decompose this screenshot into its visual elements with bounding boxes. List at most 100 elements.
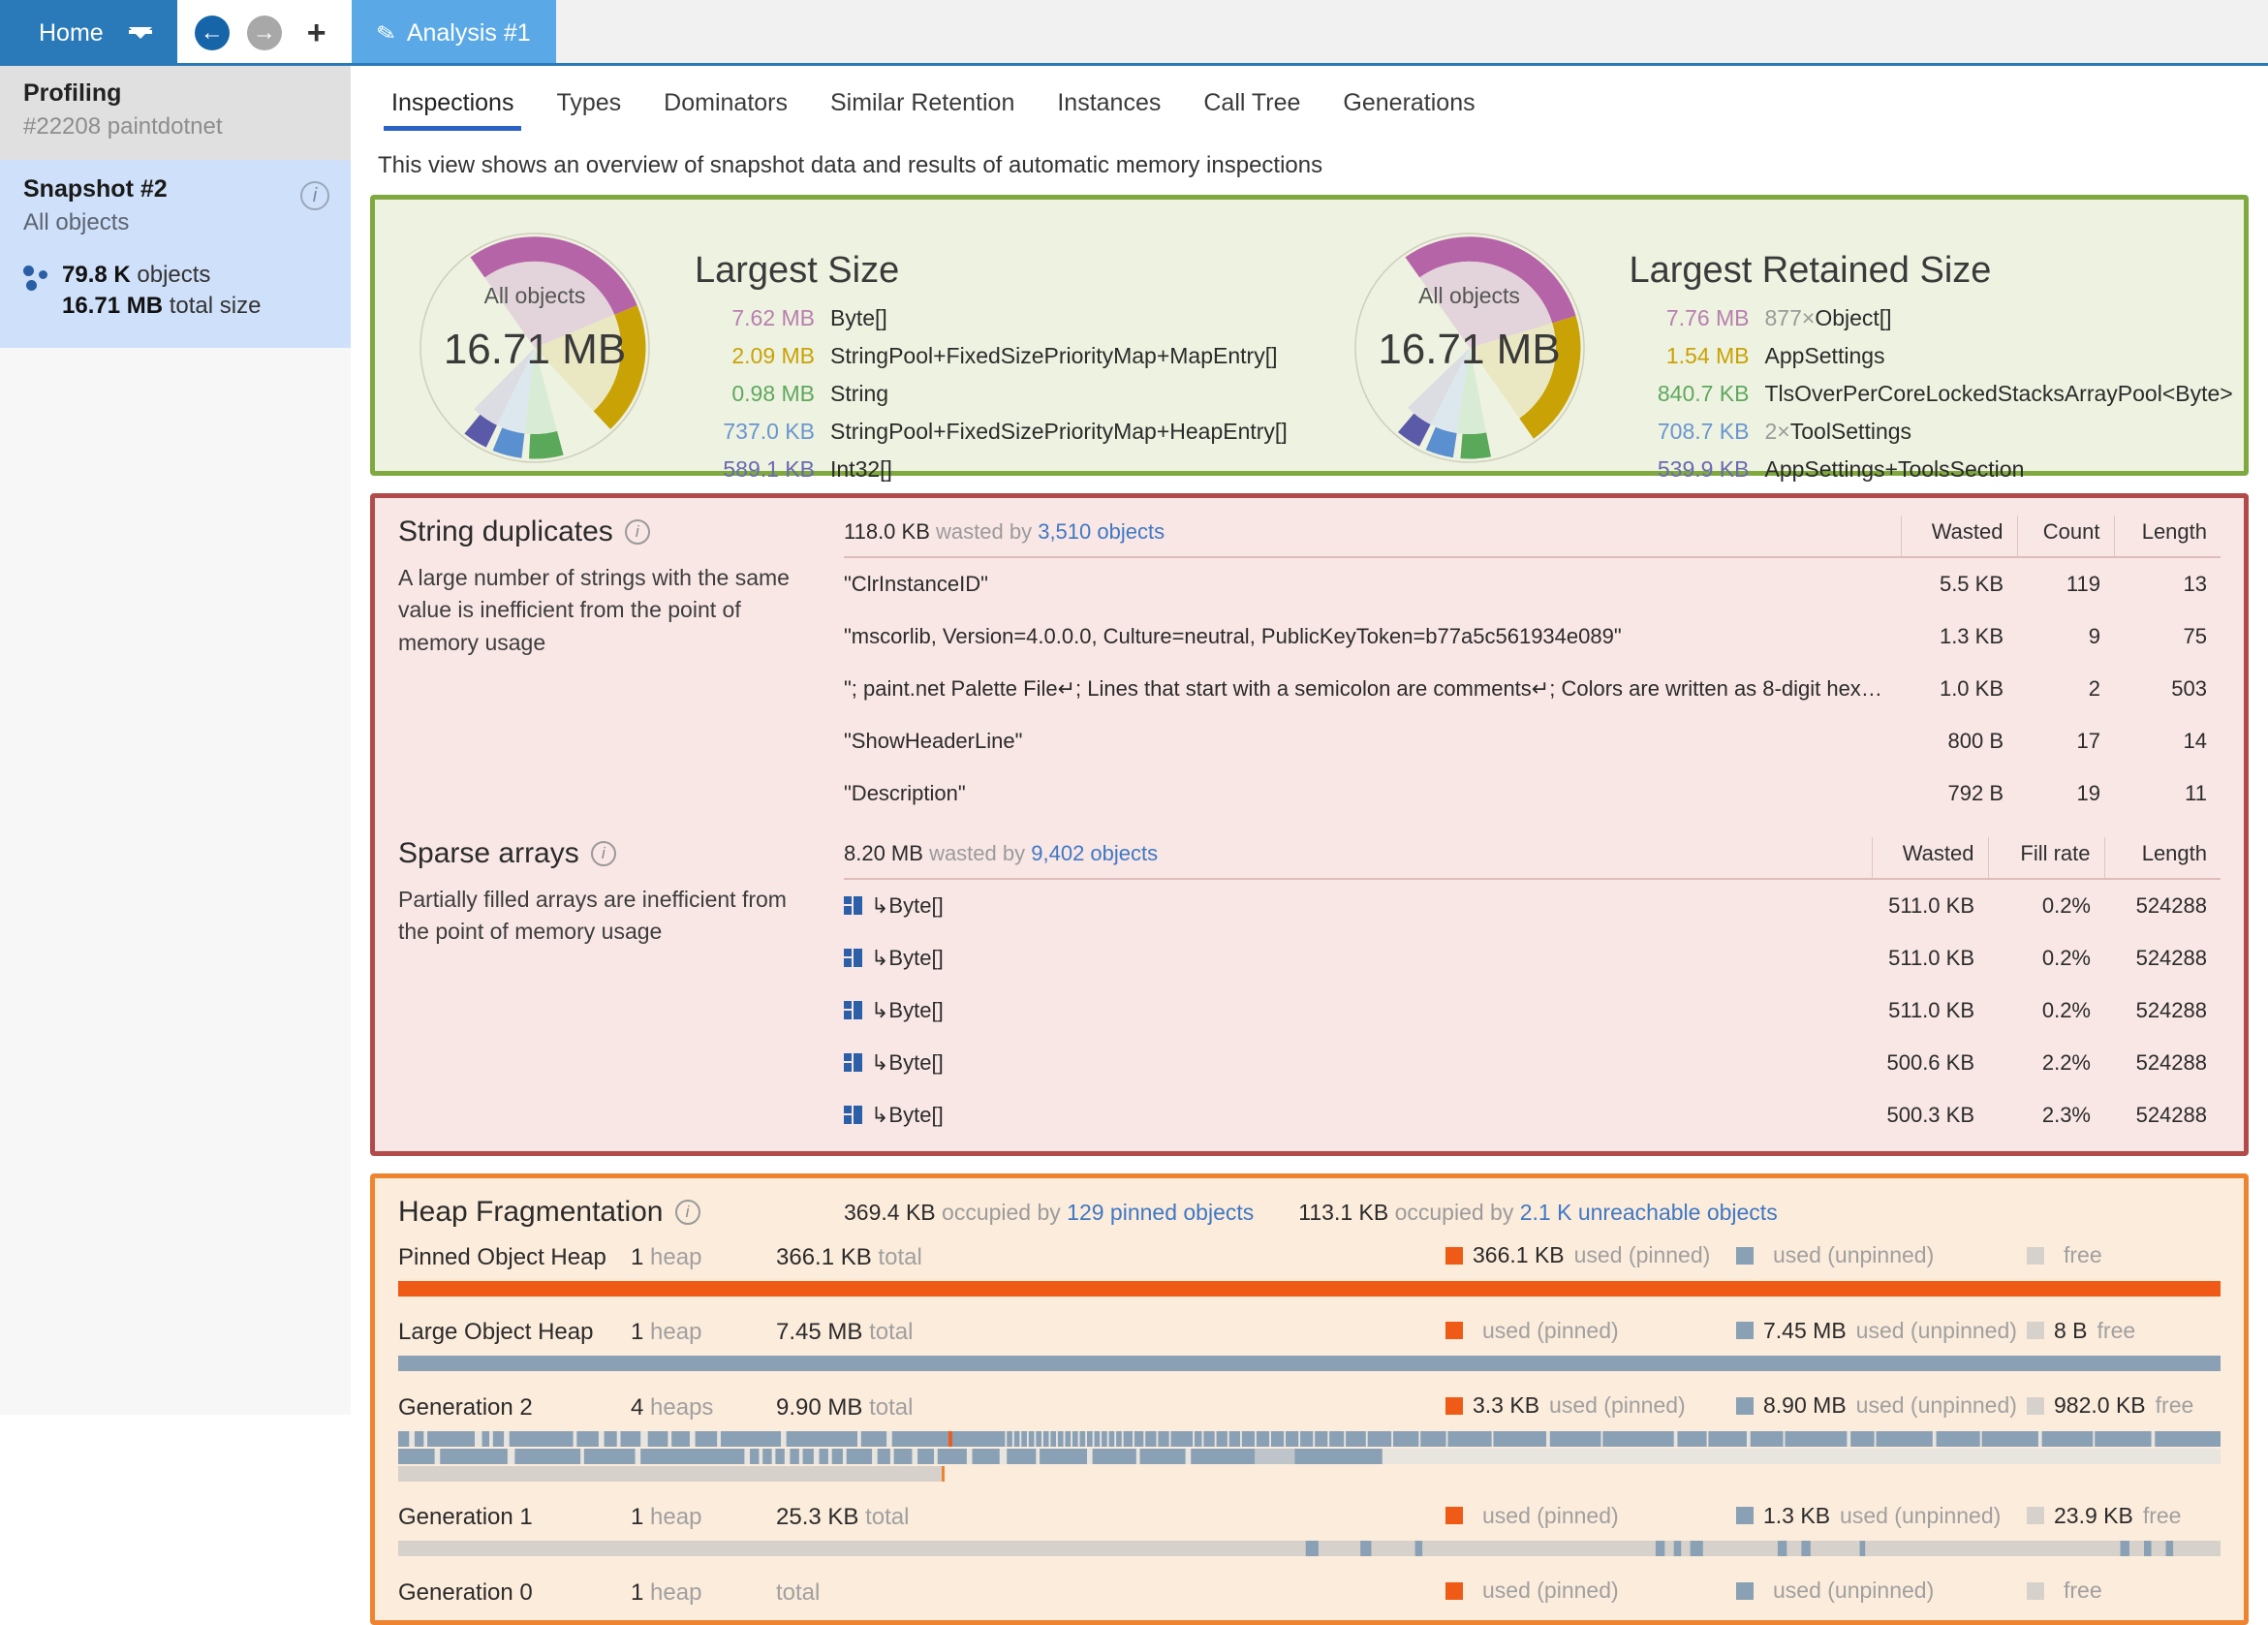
col-length[interactable]: Length — [2103, 837, 2221, 879]
legend-unpinned-value-1: 7.45 MB — [1763, 1317, 1847, 1343]
sparse-arrays-summary-size: 8.20 MB — [844, 841, 923, 865]
heap-total-value-0: 366.1 KB — [776, 1243, 872, 1270]
sidebar-item-snapshot-2[interactable]: i Snapshot #2 All objects 79.8 K objects… — [0, 160, 351, 348]
string-count-3: 17 — [2076, 729, 2100, 753]
string-duplicates-table-wrap: 118.0 KB wasted by 3,510 objects Wasted … — [844, 516, 2221, 820]
pinned-objects-size: 369.4 KB — [844, 1199, 936, 1225]
heap-bar-2a — [398, 1430, 2221, 1447]
col-wasted[interactable]: Wasted — [1900, 516, 2017, 557]
legend-unpinned-label-4: used (unpinned) — [1773, 1578, 1935, 1603]
heap-total-label-0: total — [878, 1243, 922, 1270]
string-count-1: 9 — [2088, 624, 2100, 648]
table-row[interactable]: "; paint.net Palette File↵; Lines that s… — [844, 663, 2221, 715]
top-bar-filler — [555, 0, 2268, 66]
table-row[interactable]: ↳Byte[] 500.6 KB 2.2% 524288 — [844, 1037, 2221, 1089]
list-item[interactable]: 708.7 KB 2×ToolSettings — [1630, 421, 2233, 443]
tab-inspections[interactable]: Inspections — [370, 79, 535, 131]
heap-row-generation-1[interactable]: Generation 1 1 heap 25.3 KB total used (… — [375, 1482, 2244, 1556]
tab-similar-retention[interactable]: Similar Retention — [809, 79, 1036, 131]
tab-analysis-1[interactable]: ✎ Analysis #1 — [351, 0, 556, 66]
legend-unpinned-value-3: 1.3 KB — [1763, 1502, 1831, 1528]
sparse-typename-4: ↳Byte[] — [871, 1103, 944, 1127]
sparse-arrays-description: Partially filled arrays are inefficient … — [398, 887, 787, 945]
largest-retained-name-2: TlsOverPerCoreLockedStacksArrayPool<Byte… — [1764, 381, 2233, 406]
back-arrow-icon[interactable]: ← — [194, 16, 230, 50]
array-icon — [844, 949, 863, 968]
heap-row-pinned-object-heap[interactable]: Pinned Object Heap 1 heap 366.1 KB total… — [375, 1236, 2244, 1297]
string-duplicates-summary-size: 118.0 KB — [844, 519, 930, 544]
pinned-objects-link[interactable]: 129 pinned objects — [1067, 1200, 1254, 1225]
largest-retained-typename-3: ToolSettings — [1789, 419, 1912, 444]
heap-fragmentation-title-wrap: Heap Fragmentation i — [398, 1196, 844, 1229]
heap-count-value-4: 1 — [631, 1578, 644, 1606]
table-row[interactable]: "mscorlib, Version=4.0.0.0, Culture=neut… — [844, 610, 2221, 663]
heap-count-label-0: heap — [650, 1243, 702, 1270]
legend-unpinned-label-1: used (unpinned) — [1855, 1317, 2017, 1343]
tab-call-tree[interactable]: Call Tree — [1182, 79, 1321, 131]
largest-retained-value-0: 7.76 MB — [1665, 305, 1750, 330]
tab-types[interactable]: Types — [535, 79, 642, 131]
col-fill-rate[interactable]: Fill rate — [1987, 837, 2104, 879]
string-duplicates-summary-link[interactable]: 3,510 objects — [1038, 519, 1165, 544]
heap-row-generation-0[interactable]: Generation 0 1 heap total used (pinned) … — [375, 1556, 2244, 1620]
heap-fragmentation-header: Heap Fragmentation i 369.4 KB occupied b… — [375, 1178, 2244, 1236]
legend-unpinned-label-0: used (unpinned) — [1773, 1242, 1935, 1267]
unreachable-objects-link[interactable]: 2.1 K unreachable objects — [1520, 1200, 1778, 1225]
sidebar-item-profiling[interactable]: Profiling #22208 paintdotnet — [0, 66, 351, 160]
view-tabs: Inspections Types Dominators Similar Ret… — [351, 66, 2268, 131]
heap-row-large-object-heap[interactable]: Large Object Heap 1 heap 7.45 MB total u… — [375, 1297, 2244, 1371]
heap-count-label-3: heap — [650, 1504, 702, 1530]
add-tab-icon[interactable]: + — [299, 15, 334, 52]
table-row[interactable]: ↳Byte[] 500.3 KB 2.3% 524288 — [844, 1089, 2221, 1141]
home-button[interactable]: Home — [0, 0, 177, 66]
string-wasted-2: 1.0 KB — [1939, 676, 2004, 701]
largest-size-donut[interactable]: All objects 16.71 MB — [375, 200, 695, 481]
list-item[interactable]: 7.62 MB Byte[] — [695, 307, 1288, 329]
string-duplicates-table: 118.0 KB wasted by 3,510 objects Wasted … — [844, 516, 2221, 820]
largest-size-value-1: 2.09 MB — [731, 343, 815, 368]
table-row[interactable]: "ShowHeaderLine" 800 B 17 14 — [844, 715, 2221, 767]
list-item[interactable]: 0.98 MB String — [695, 383, 1288, 405]
table-row[interactable]: "Description" 792 B 19 11 — [844, 767, 2221, 820]
tab-instances[interactable]: Instances — [1036, 79, 1182, 131]
largest-retained-donut[interactable]: All objects 16.71 MB — [1310, 200, 1630, 481]
array-icon — [844, 1001, 863, 1020]
heap-row-generation-2[interactable]: Generation 2 4 heaps 9.90 MB total 3.3 K… — [375, 1371, 2244, 1482]
sparse-value-2: ↳Byte[] — [844, 984, 1872, 1037]
largest-size-name-0: Byte[] — [830, 305, 887, 330]
forward-arrow-icon[interactable]: → — [246, 16, 282, 50]
snapshot-title: Snapshot #2 — [23, 175, 168, 203]
pinned-objects-stat: 369.4 KB occupied by 129 pinned objects — [844, 1200, 1254, 1226]
table-row[interactable]: ↳Byte[] 511.0 KB 0.2% 524288 — [844, 984, 2221, 1037]
heap-row-line: Generation 0 1 heap total used (pinned) … — [398, 1578, 2221, 1607]
info-icon[interactable]: i — [624, 519, 650, 545]
tab-dominators[interactable]: Dominators — [642, 79, 809, 131]
list-item[interactable]: 840.7 KB TlsOverPerCoreLockedStacksArray… — [1630, 383, 2233, 405]
info-icon[interactable]: i — [674, 1200, 700, 1225]
table-row[interactable]: "ClrInstanceID" 5.5 KB 119 13 — [844, 556, 2221, 610]
largest-retained-title: Largest Retained Size — [1629, 250, 1992, 291]
list-item[interactable]: 539.9 KB AppSettings+ToolsSection — [1630, 458, 2233, 481]
tab-generations[interactable]: Generations — [1321, 79, 1496, 131]
col-length[interactable]: Length — [2113, 516, 2221, 557]
info-icon[interactable]: i — [300, 181, 329, 210]
col-count[interactable]: Count — [2016, 516, 2114, 557]
table-row[interactable]: ↳Byte[] 511.0 KB 0.2% 524288 — [844, 878, 2221, 932]
list-item[interactable]: 1.54 MB AppSettings — [1630, 345, 2233, 367]
heap-count-value-0: 1 — [631, 1243, 644, 1270]
largest-retained-mult-0: 877× — [1764, 305, 1816, 330]
list-item[interactable]: 737.0 KB StringPool+FixedSizePriorityMap… — [695, 421, 1287, 443]
navigation-group: ← → + — [176, 0, 352, 66]
col-wasted[interactable]: Wasted — [1871, 837, 1988, 879]
legend-free-label-0: free — [2064, 1242, 2102, 1267]
sparse-arrays-summary-link[interactable]: 9,402 objects — [1031, 841, 1158, 865]
list-item[interactable]: 2.09 MB StringPool+FixedSizePriorityMap+… — [695, 345, 1288, 367]
string-value-3: "ShowHeaderLine" — [844, 729, 1023, 753]
string-length-2: 503 — [2171, 676, 2207, 701]
string-length-3: 14 — [2183, 729, 2207, 753]
chevron-down-icon[interactable] — [128, 27, 152, 39]
list-item[interactable]: 7.76 MB 877×Object[] — [1630, 307, 2233, 329]
table-row[interactable]: ↳Byte[] 511.0 KB 0.2% 524288 — [844, 932, 2221, 984]
info-icon[interactable]: i — [590, 841, 616, 866]
list-item[interactable]: 589.1 KB Int32[] — [695, 458, 1288, 481]
